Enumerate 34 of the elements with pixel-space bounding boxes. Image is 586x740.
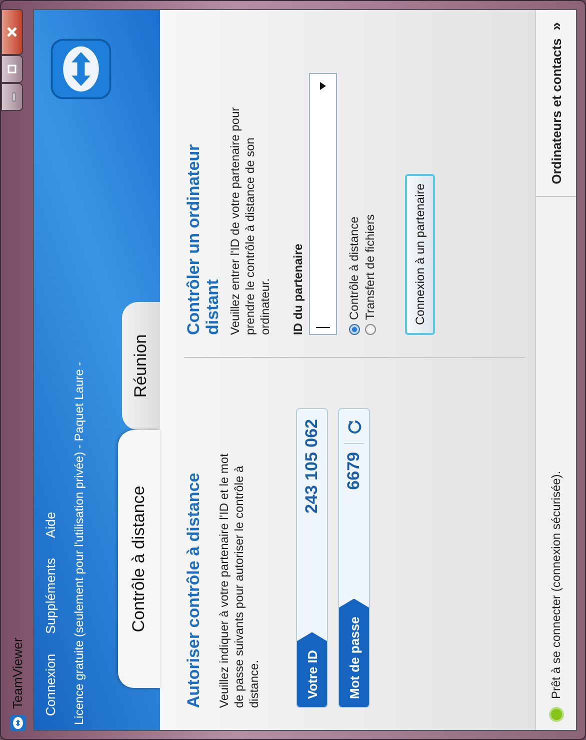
field-value: 243 105 062 [302, 419, 322, 516]
tab[interactable]: Contrôle à distance [118, 430, 160, 688]
text-cursor-icon [316, 327, 330, 328]
maximize-icon [7, 64, 17, 74]
field-value: 6679 [344, 452, 364, 492]
window-title: TeamViewer [10, 638, 25, 709]
field-label: Mot de passe [339, 598, 369, 707]
description-text: Veuillez indiquer à votre partenaire l'ID et le mot de passe suivants pour autoriser le contrôle à distance. [217, 452, 262, 708]
minimize-button[interactable] [1, 83, 23, 111]
partner-id-field[interactable] [309, 73, 337, 335]
section-heading: Contrôler un ordinateur distant [184, 143, 222, 335]
tab[interactable]: Réunion [122, 302, 160, 430]
field-label: Votre ID [297, 632, 327, 707]
close-button[interactable] [1, 9, 23, 55]
app-logo-icon [10, 715, 26, 731]
menu-item[interactable]: Aide [43, 512, 58, 538]
menu-item[interactable]: Suppléments [43, 558, 58, 634]
app-logo-icon [48, 36, 114, 102]
connect-button[interactable]: Connexion à un partenaire [405, 174, 435, 335]
maximize-button[interactable] [1, 55, 23, 83]
dropdown-arrow-icon[interactable] [320, 82, 326, 90]
section-heading: Autoriser contrôle à distance [184, 472, 203, 708]
close-icon [6, 26, 18, 38]
radio-label[interactable]: Contrôle à distance [347, 216, 361, 320]
refresh-icon[interactable] [346, 419, 362, 435]
status-light-icon [548, 707, 564, 722]
radio-button[interactable] [364, 324, 376, 335]
license-text: Licence gratuite (seulement pour l'utilisation privée) - Paquet Laure - [71, 360, 86, 727]
description-text: Veuillez entrer l'ID de votre partenaire pour prendre le contrôle à distance de son ordinateur. [228, 106, 273, 335]
radio-label[interactable]: Transfert de fichiers [363, 214, 377, 320]
menu-item[interactable]: Connexion [43, 654, 58, 716]
status-text: Prêt à se connecter (connexion sécurisée). [549, 470, 563, 699]
radio-button[interactable] [348, 324, 360, 335]
field-label: ID du partenaire [291, 242, 305, 335]
